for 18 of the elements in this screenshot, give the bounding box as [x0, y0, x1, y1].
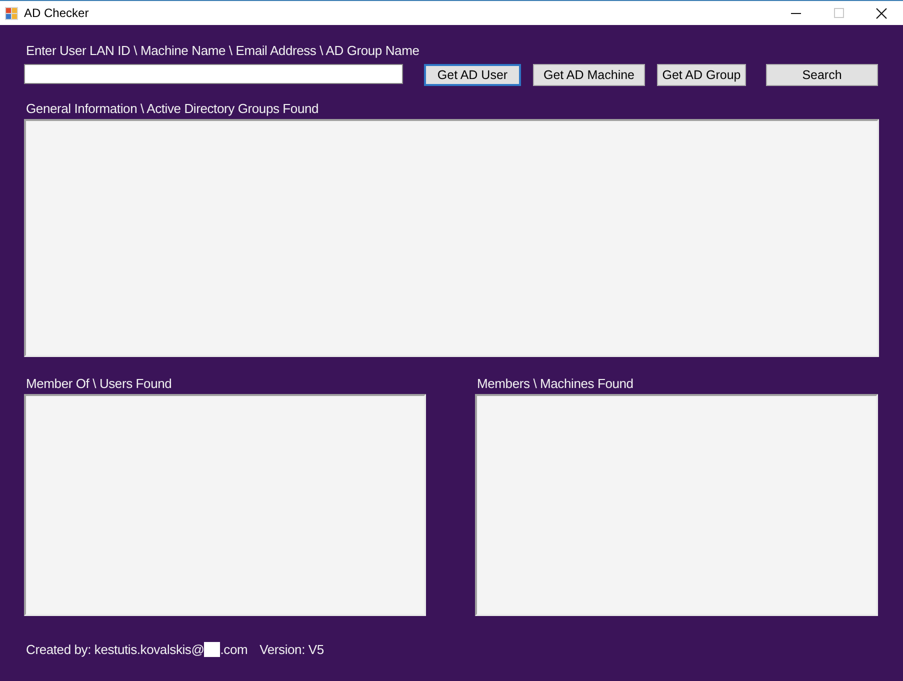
action-button[interactable]: Get AD Group — [657, 64, 746, 86]
redaction-block — [204, 642, 220, 657]
close-icon — [876, 8, 887, 18]
panel-label: Member Of \ Users Found — [26, 376, 173, 391]
version-label: Version: V5 — [260, 642, 324, 657]
panel-label: General Information \ Active Directory Groups Found — [26, 101, 320, 116]
action-button[interactable]: Search — [766, 64, 878, 86]
action-button[interactable]: Get AD Machine — [533, 64, 645, 86]
search-field[interactable] — [24, 64, 403, 84]
panel-label: Members \ Machines Found — [477, 376, 634, 391]
action-button[interactable]: Get AD User — [424, 64, 521, 86]
creator-email: Created by: kestutis.kovalskis@ — [26, 642, 204, 657]
maximize-icon — [834, 8, 844, 18]
app-icon — [5, 6, 18, 20]
window-title: AD Checker — [24, 5, 89, 22]
search-label: Enter User LAN ID \ Machine Name \ Email Address \ AD Group Name — [26, 43, 420, 58]
email-domain: .com — [220, 642, 248, 657]
minimize-icon — [790, 12, 800, 14]
